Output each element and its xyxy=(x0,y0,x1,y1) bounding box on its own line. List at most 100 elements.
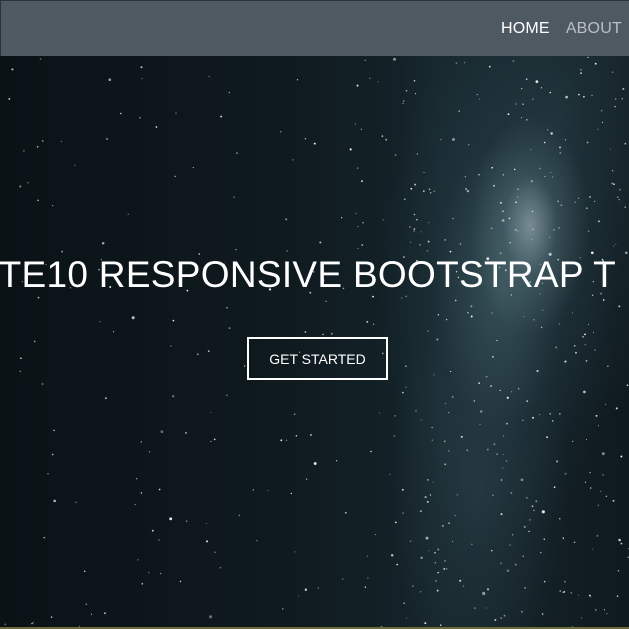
star xyxy=(433,374,435,376)
star xyxy=(174,175,176,178)
star xyxy=(526,119,528,121)
star xyxy=(435,580,437,582)
nav-link-about[interactable]: ABOUT xyxy=(566,20,622,38)
star xyxy=(304,588,308,591)
star xyxy=(372,323,375,325)
star xyxy=(425,536,429,540)
star xyxy=(500,562,502,565)
star xyxy=(507,113,510,116)
star xyxy=(413,213,416,216)
star xyxy=(428,221,430,224)
star xyxy=(466,189,470,193)
star xyxy=(41,383,44,385)
star xyxy=(594,609,597,611)
star xyxy=(356,84,359,87)
star xyxy=(4,623,7,626)
star xyxy=(617,570,620,572)
star xyxy=(587,230,590,232)
star xyxy=(510,391,513,393)
star xyxy=(238,514,241,517)
star xyxy=(571,312,574,314)
star xyxy=(427,240,430,243)
star xyxy=(233,196,235,198)
star xyxy=(90,613,93,615)
star xyxy=(570,592,573,594)
star xyxy=(206,540,208,543)
star xyxy=(578,594,580,596)
star xyxy=(37,296,40,299)
star xyxy=(523,525,526,529)
star xyxy=(53,429,55,432)
star xyxy=(583,390,586,394)
star xyxy=(170,345,172,347)
star xyxy=(437,571,439,574)
star xyxy=(452,540,454,543)
star xyxy=(402,391,404,394)
star xyxy=(370,450,372,453)
star xyxy=(502,174,504,176)
star xyxy=(140,66,143,69)
star xyxy=(564,139,567,141)
star xyxy=(597,425,599,427)
star xyxy=(51,453,54,456)
star xyxy=(546,436,549,439)
star xyxy=(172,319,175,322)
star xyxy=(491,227,493,229)
star xyxy=(619,189,621,191)
star xyxy=(611,71,614,73)
star xyxy=(589,471,591,474)
star xyxy=(390,553,394,557)
star xyxy=(342,578,344,580)
star xyxy=(525,78,528,80)
star xyxy=(589,195,591,198)
star xyxy=(175,112,177,114)
star xyxy=(330,332,333,335)
star xyxy=(521,88,523,90)
star xyxy=(515,103,517,105)
star xyxy=(74,164,76,167)
star xyxy=(580,69,582,71)
star xyxy=(428,188,431,190)
star xyxy=(252,489,254,491)
star xyxy=(313,462,317,465)
star xyxy=(127,213,129,215)
get-started-button[interactable]: GET STARTED xyxy=(247,337,388,380)
star xyxy=(382,219,384,221)
star xyxy=(592,331,595,333)
star xyxy=(613,245,615,247)
star xyxy=(366,321,369,323)
star xyxy=(549,91,552,94)
star xyxy=(420,556,423,559)
star xyxy=(585,438,588,441)
star xyxy=(409,540,412,542)
star xyxy=(402,512,404,514)
nav-link-home[interactable]: HOME xyxy=(501,20,550,38)
star xyxy=(37,199,39,201)
star xyxy=(280,439,283,442)
star xyxy=(585,359,588,362)
star xyxy=(31,622,33,625)
star xyxy=(385,138,388,141)
star xyxy=(478,173,480,176)
star xyxy=(548,236,551,238)
star xyxy=(401,488,404,491)
star xyxy=(405,89,408,92)
star xyxy=(526,400,529,402)
star xyxy=(549,412,552,415)
star xyxy=(466,449,468,451)
star xyxy=(486,448,489,451)
star xyxy=(611,170,614,172)
star xyxy=(553,486,556,489)
star xyxy=(564,472,567,475)
star xyxy=(530,149,532,150)
star xyxy=(535,500,538,503)
star xyxy=(541,613,544,615)
star xyxy=(572,440,574,442)
star xyxy=(601,452,605,456)
star xyxy=(558,323,560,325)
star xyxy=(406,617,408,619)
star xyxy=(410,241,412,243)
star xyxy=(393,57,396,61)
star xyxy=(389,473,391,476)
star xyxy=(520,478,524,482)
